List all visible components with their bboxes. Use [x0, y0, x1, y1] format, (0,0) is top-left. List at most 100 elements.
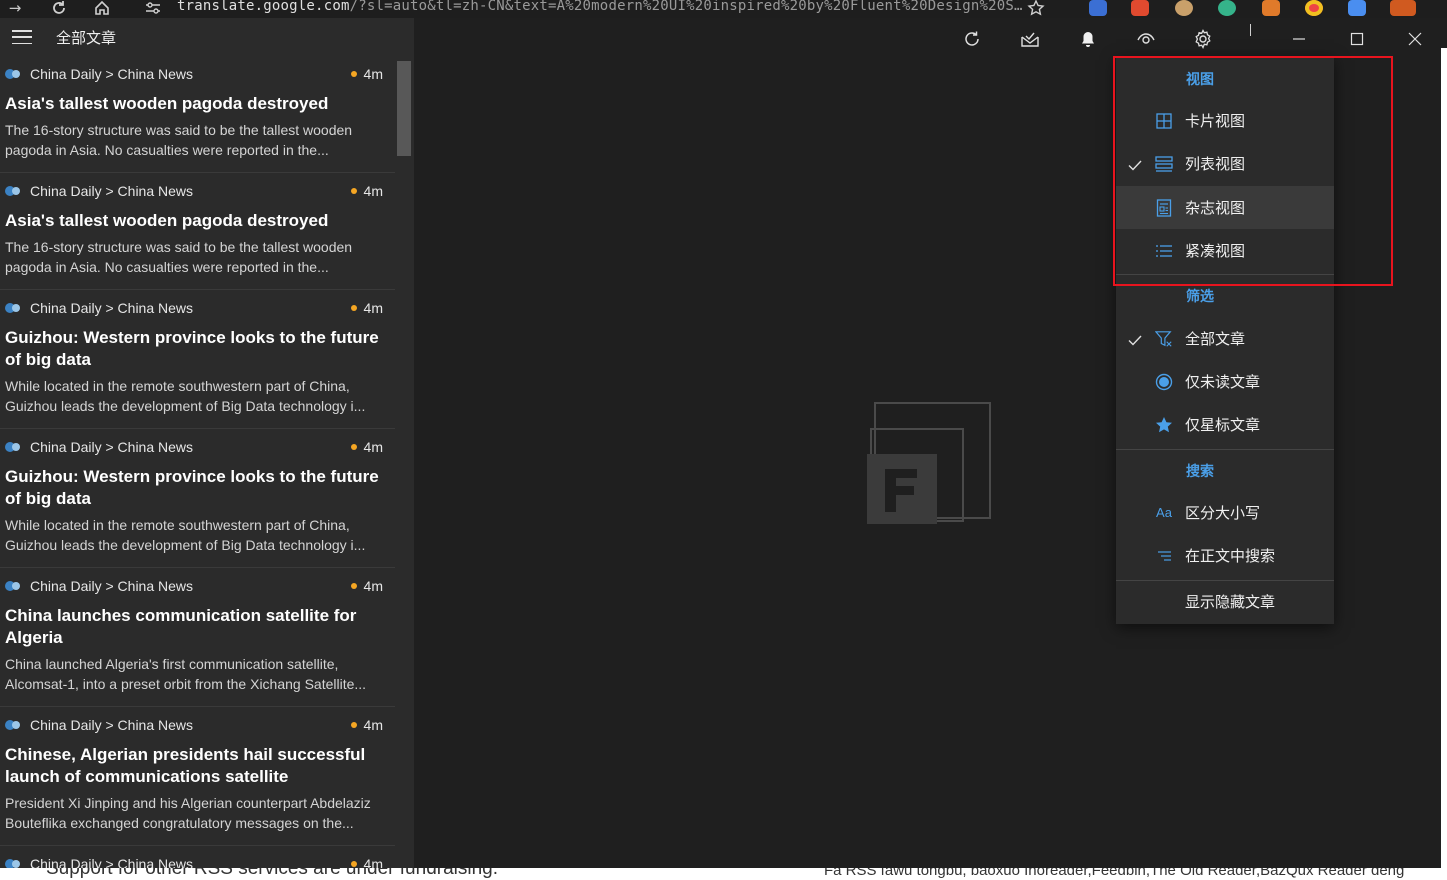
- star-icon: [1155, 416, 1173, 434]
- article-item[interactable]: China Daily > China News 4m Guizhou: Weste…: [0, 290, 395, 429]
- extension-badge-icon[interactable]: [1390, 0, 1416, 16]
- home-icon[interactable]: [93, 0, 111, 17]
- list-title: 全部文章: [56, 28, 117, 47]
- article-age: 4m: [363, 66, 383, 82]
- view-options-eye-icon[interactable]: [1133, 26, 1159, 52]
- article-list-panel: 全部文章 China Daily > China News 4m Asia's ta…: [0, 18, 414, 868]
- article-source: China Daily > China News: [30, 183, 194, 199]
- extension-c-icon[interactable]: [1131, 0, 1149, 16]
- article-item[interactable]: China Daily > China News 4m China launches…: [0, 568, 395, 707]
- menu-item-compact-view[interactable]: 紧凑视图: [1116, 229, 1334, 272]
- article-title: Guizhou: Western province looks to the f…: [5, 467, 379, 508]
- url-host: translate.google.com: [177, 0, 350, 14]
- scroll-thumb[interactable]: [397, 61, 411, 156]
- list-view-icon: [1155, 155, 1173, 173]
- extension-color-wheel-icon[interactable]: [1305, 0, 1323, 16]
- article-snippet: While located in the remote southwestern…: [5, 517, 366, 553]
- article-item[interactable]: China Daily > China News 4m Guizhou: Weste…: [0, 429, 395, 568]
- menu-item-magazine-view[interactable]: 杂志视图: [1116, 186, 1334, 229]
- article-snippet: While located in the remote southwestern…: [5, 378, 366, 414]
- unread-dot-icon: [1155, 373, 1173, 391]
- menu-item-label: 显示隐藏文章: [1185, 593, 1276, 611]
- checkmark-icon: [1128, 157, 1142, 171]
- source-feed-icon: [5, 69, 23, 79]
- extension-translate-icon[interactable]: [1348, 0, 1366, 16]
- hamburger-menu-icon[interactable]: [12, 30, 32, 44]
- source-feed-icon: [5, 720, 23, 730]
- menu-divider: [1116, 274, 1334, 275]
- article-meta: China Daily > China News 4m: [5, 64, 383, 84]
- list-header: 全部文章: [0, 18, 414, 56]
- article-time: 4m: [350, 578, 383, 594]
- case-sensitive-icon: Aa: [1156, 505, 1172, 520]
- menu-item-label: 在正文中搜索: [1185, 547, 1276, 565]
- source-feed-icon: [5, 581, 23, 591]
- unread-dot-icon: [350, 583, 357, 589]
- article-title: Asia's tallest wooden pagoda destroyed: [5, 94, 329, 113]
- article-time: 4m: [350, 183, 383, 199]
- article-time: 4m: [350, 717, 383, 733]
- menu-item-label: 卡片视图: [1185, 112, 1246, 130]
- article-age: 4m: [363, 717, 383, 733]
- source-feed-icon: [5, 859, 23, 868]
- article-title: Asia's tallest wooden pagoda destroyed: [5, 211, 329, 230]
- menu-item-label: 全部文章: [1185, 330, 1246, 348]
- article-item[interactable]: China Daily > China News 4m: [0, 846, 395, 868]
- article-source: China Daily > China News: [30, 66, 194, 82]
- article-item[interactable]: China Daily > China News 4m Asia's tallest…: [0, 56, 395, 173]
- extension-blue-icon[interactable]: [1089, 0, 1107, 16]
- app-logo-placeholder-icon: [866, 402, 992, 528]
- refresh-icon[interactable]: [959, 26, 985, 52]
- compact-view-icon: [1155, 242, 1173, 260]
- extension-orange-icon[interactable]: [1262, 0, 1280, 16]
- menu-header-search: 搜索: [1186, 464, 1214, 480]
- list-scrollbar[interactable]: [397, 61, 411, 868]
- notification-bell-icon[interactable]: [1075, 26, 1101, 52]
- menu-item-card-view[interactable]: 卡片视图: [1116, 99, 1334, 142]
- checkmark-icon: [1128, 332, 1142, 346]
- article-snippet: President Xi Jinping and his Algerian co…: [5, 795, 371, 831]
- menu-item-show-hidden[interactable]: 显示隐藏文章: [1116, 580, 1334, 623]
- reload-icon[interactable]: [50, 0, 68, 17]
- menu-item-all-articles[interactable]: 全部文章: [1116, 317, 1334, 360]
- article-meta: China Daily > China News 4m: [5, 181, 383, 201]
- article-age: 4m: [363, 439, 383, 455]
- article-snippet: The 16-story structure was said to be th…: [5, 239, 353, 275]
- article-item[interactable]: China Daily > China News 4m Chinese, Alger…: [0, 707, 395, 846]
- menu-item-case-sensitive[interactable]: Aa 区分大小写: [1116, 491, 1334, 534]
- article-age: 4m: [363, 183, 383, 199]
- mark-all-read-icon[interactable]: [1017, 26, 1043, 52]
- extension-green-icon[interactable]: [1218, 0, 1236, 16]
- browser-toolbar: → translate.google.com/?sl=auto&tl=zh-CN…: [0, 0, 1447, 18]
- minimize-icon[interactable]: [1286, 26, 1312, 52]
- settings-gear-icon[interactable]: [1190, 26, 1216, 52]
- menu-item-label: 仅未读文章: [1185, 373, 1261, 391]
- menu-item-label: 杂志视图: [1185, 199, 1246, 217]
- article-item[interactable]: China Daily > China News 4m Asia's tallest…: [0, 173, 395, 290]
- menu-header-filter: 筛选: [1186, 289, 1214, 305]
- menu-item-label: 列表视图: [1185, 155, 1246, 173]
- site-settings-icon[interactable]: [144, 0, 162, 17]
- forward-icon[interactable]: →: [6, 0, 24, 17]
- menu-item-full-text-search[interactable]: 在正文中搜索: [1116, 534, 1334, 577]
- menu-item-unread-only[interactable]: 仅未读文章: [1116, 360, 1334, 403]
- source-feed-icon: [5, 186, 23, 196]
- unread-dot-icon: [350, 444, 357, 450]
- article-source: China Daily > China News: [30, 578, 194, 594]
- menu-header-view: 视图: [1186, 72, 1214, 88]
- extension-owl-icon[interactable]: [1175, 0, 1193, 16]
- background-page-strip: Support for other RSS services are under…: [0, 868, 1447, 880]
- article-age: 4m: [363, 578, 383, 594]
- menu-item-starred-only[interactable]: 仅星标文章: [1116, 403, 1334, 446]
- article-title: China launches communication satellite f…: [5, 606, 357, 647]
- app-window: → translate.google.com/?sl=auto&tl=zh-CN…: [0, 0, 1447, 880]
- close-icon[interactable]: [1402, 26, 1428, 52]
- maximize-icon[interactable]: [1344, 26, 1370, 52]
- article-age: 4m: [363, 856, 383, 868]
- text-caret: [1250, 24, 1251, 36]
- address-bar[interactable]: translate.google.com/?sl=auto&tl=zh-CN&t…: [177, 0, 1023, 14]
- magazine-view-icon: [1155, 198, 1173, 217]
- url-path: /?sl=auto&tl=zh-CN&text=A%20modern%20UI%…: [349, 0, 1023, 14]
- bookmark-star-icon[interactable]: [1027, 0, 1045, 17]
- menu-item-list-view[interactable]: 列表视图: [1116, 142, 1334, 185]
